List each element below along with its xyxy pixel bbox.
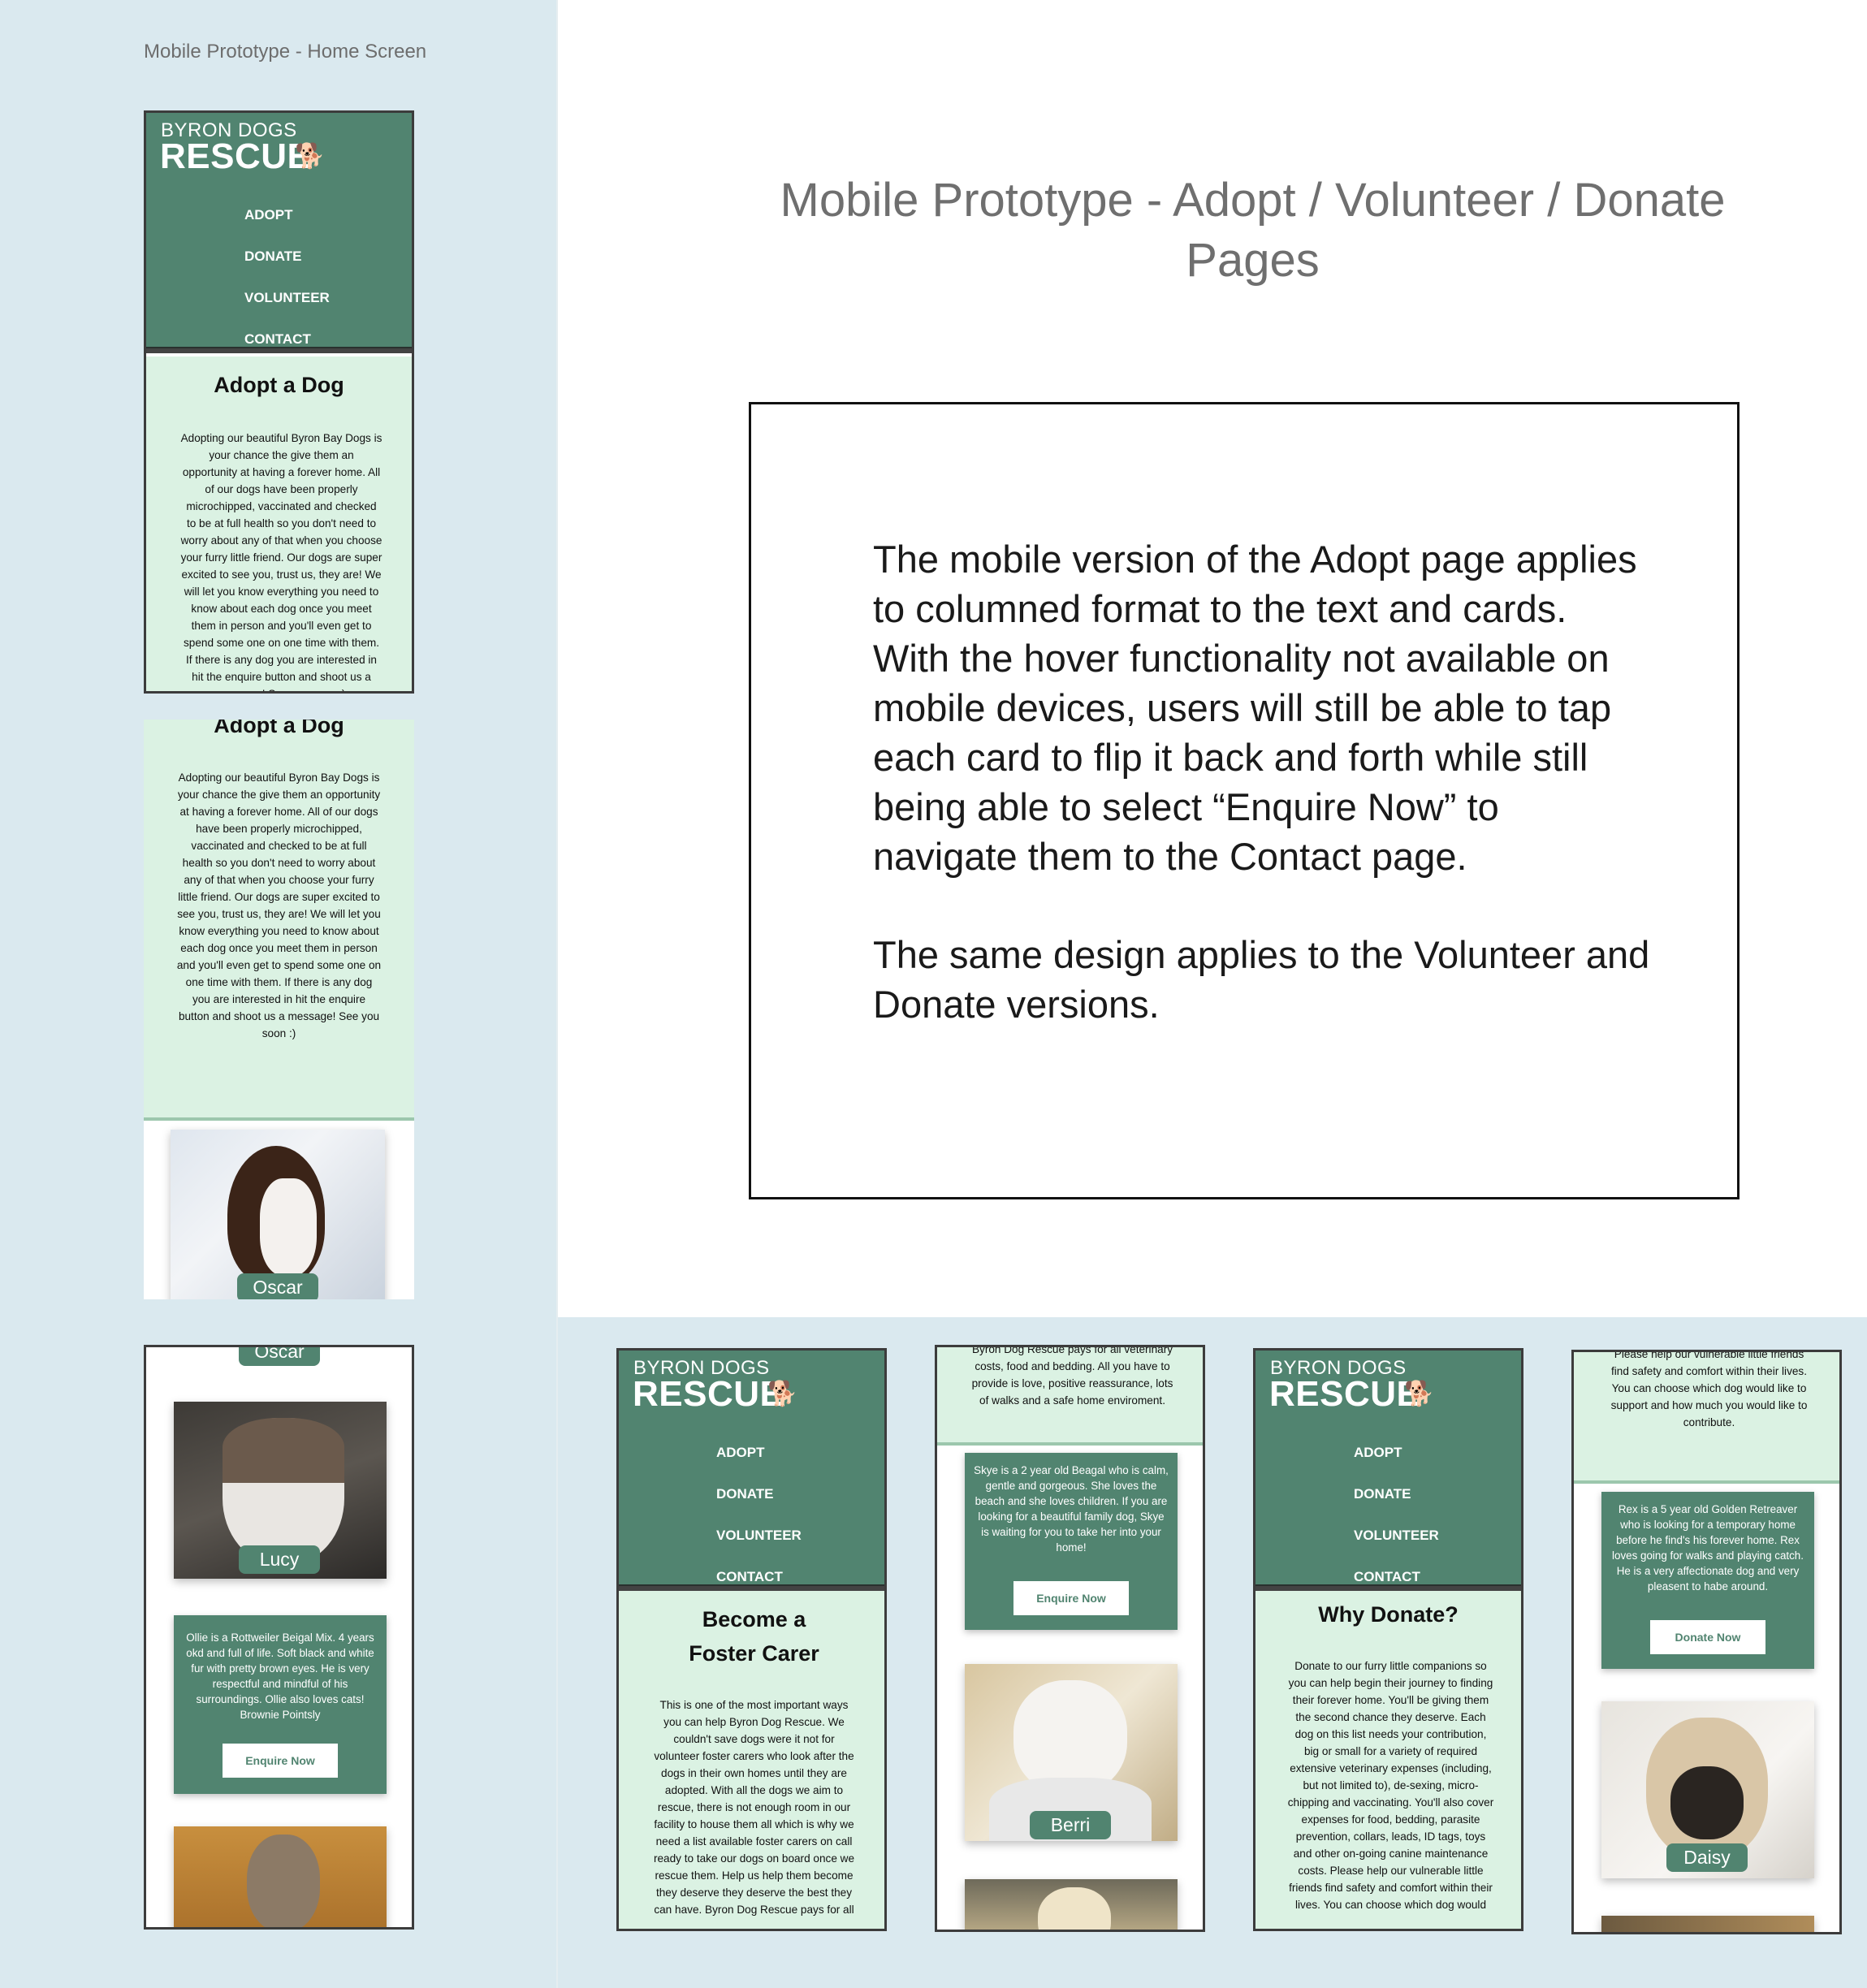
- menu-item-adopt[interactable]: ADOPT: [716, 1445, 765, 1461]
- lucy-name-badge[interactable]: Lucy: [239, 1545, 320, 1574]
- dog-photo[interactable]: [174, 1826, 387, 1927]
- rex-card-text: Rex is a 5 year old Golden Retreaver who…: [1612, 1503, 1804, 1593]
- brand-line2[interactable]: RESCUE: [633, 1374, 784, 1415]
- donate-body: Donate to our furry little companions so…: [1287, 1660, 1494, 1911]
- enquire-now-button[interactable]: Enquire Now: [223, 1744, 338, 1778]
- ollie-card-text: Ollie is a Rottweiler Beigal Mix. 4 year…: [186, 1631, 374, 1721]
- menu-item-adopt[interactable]: ADOPT: [244, 207, 293, 223]
- dog-muzzle-shape: [1670, 1766, 1744, 1839]
- oscar-name-badge[interactable]: Oscar: [239, 1347, 320, 1366]
- dog-ears-shape: [223, 1418, 344, 1483]
- skye-card[interactable]: Skye is a 2 year old Beagal who is calm,…: [965, 1453, 1178, 1630]
- adopt-body: Adopting our beautiful Byron Bay Dogs is…: [180, 432, 382, 691]
- foster-heading: Become a Foster Carer: [689, 1607, 819, 1666]
- divider: [556, 0, 558, 1988]
- dog-muzzle-shape: [260, 1178, 317, 1276]
- description-box: The mobile version of the Adopt page app…: [749, 402, 1740, 1199]
- description-paragraph-2: The same design applies to the Volunteer…: [873, 933, 1650, 1026]
- dog-photo[interactable]: [965, 1879, 1178, 1930]
- menu-item-volunteer[interactable]: VOLUNTEER: [244, 290, 330, 306]
- menu-item-donate[interactable]: DONATE: [716, 1486, 774, 1502]
- dog-photo[interactable]: [1601, 1916, 1814, 1932]
- skye-card-text: Skye is a 2 year old Beagal who is calm,…: [974, 1464, 1169, 1554]
- page-title: Mobile Prototype - Adopt / Volunteer / D…: [780, 174, 1726, 287]
- dog-head-shape: [1013, 1680, 1127, 1794]
- menu-shadow: [1255, 1584, 1521, 1591]
- dog-icon: 🐕: [1404, 1381, 1435, 1407]
- menu-item-donate[interactable]: DONATE: [244, 248, 302, 265]
- menu-shadow: [619, 1584, 884, 1591]
- menu-item-contact[interactable]: CONTACT: [1354, 1569, 1420, 1585]
- phone-adopt-scrolled: Adopt a Dog Adopting our beautiful Byron…: [144, 720, 414, 1299]
- phone-volunteer-top: BYRON DOGS RESCUE 🐕 ADOPT DONATE VOLUNTE…: [616, 1348, 887, 1931]
- home-screen-label: Mobile Prototype - Home Screen: [144, 41, 427, 63]
- section-divider: [144, 1117, 414, 1121]
- donate-heading: Why Donate?: [1318, 1602, 1459, 1627]
- dog-head-shape: [247, 1835, 320, 1927]
- foster-body-cont: Byron Dog Rescue pays for all veterinary…: [971, 1345, 1173, 1407]
- rex-card[interactable]: Rex is a 5 year old Golden Retreaver who…: [1601, 1492, 1814, 1669]
- description-paragraph-1: The mobile version of the Adopt page app…: [873, 538, 1637, 878]
- menu-item-volunteer[interactable]: VOLUNTEER: [716, 1528, 802, 1544]
- section-divider: [937, 1442, 1203, 1446]
- dog-icon: 🐕: [295, 143, 326, 170]
- menu-item-volunteer[interactable]: VOLUNTEER: [1354, 1528, 1439, 1544]
- oscar-name-badge[interactable]: Oscar: [237, 1273, 318, 1299]
- phone-volunteer-cards: Byron Dog Rescue pays for all veterinary…: [935, 1345, 1205, 1932]
- menu-item-contact[interactable]: CONTACT: [716, 1569, 783, 1585]
- adopt-heading: Adopt a Dog: [214, 373, 344, 397]
- phone-adopt-cards: Oscar Lucy Ollie is a Rottweiler Beigal …: [144, 1345, 414, 1930]
- enquire-now-button[interactable]: Enquire Now: [1013, 1581, 1129, 1615]
- foster-body: This is one of the most important ways y…: [653, 1699, 855, 1916]
- adopt-body: Adopting our beautiful Byron Bay Dogs is…: [176, 771, 382, 1039]
- berri-name-badge[interactable]: Berri: [1030, 1811, 1111, 1839]
- section-divider: [1574, 1480, 1839, 1484]
- phone-home-menu: BYRON DOGS RESCUE 🐕 ADOPT DONATE VOLUNTE…: [144, 110, 414, 694]
- menu-shadow: [146, 347, 412, 353]
- menu-item-donate[interactable]: DONATE: [1354, 1486, 1411, 1502]
- brand-line2[interactable]: RESCUE: [160, 136, 311, 177]
- donate-now-button[interactable]: Donate Now: [1650, 1620, 1765, 1654]
- phone-donate-cards: Please help our vulnerable little friend…: [1571, 1350, 1842, 1934]
- adopt-heading: Adopt a Dog: [214, 720, 344, 737]
- phone-donate-top: BYRON DOGS RESCUE 🐕 ADOPT DONATE VOLUNTE…: [1253, 1348, 1523, 1931]
- brand-line2[interactable]: RESCUE: [1269, 1374, 1420, 1415]
- ollie-card[interactable]: Ollie is a Rottweiler Beigal Mix. 4 year…: [174, 1615, 387, 1794]
- dog-icon: 🐕: [767, 1381, 798, 1407]
- menu-item-contact[interactable]: CONTACT: [244, 331, 311, 348]
- menu-item-adopt[interactable]: ADOPT: [1354, 1445, 1402, 1461]
- donate-body-cont: Please help our vulnerable little friend…: [1610, 1350, 1808, 1428]
- dog-head-shape: [1038, 1887, 1111, 1930]
- daisy-name-badge[interactable]: Daisy: [1666, 1843, 1748, 1872]
